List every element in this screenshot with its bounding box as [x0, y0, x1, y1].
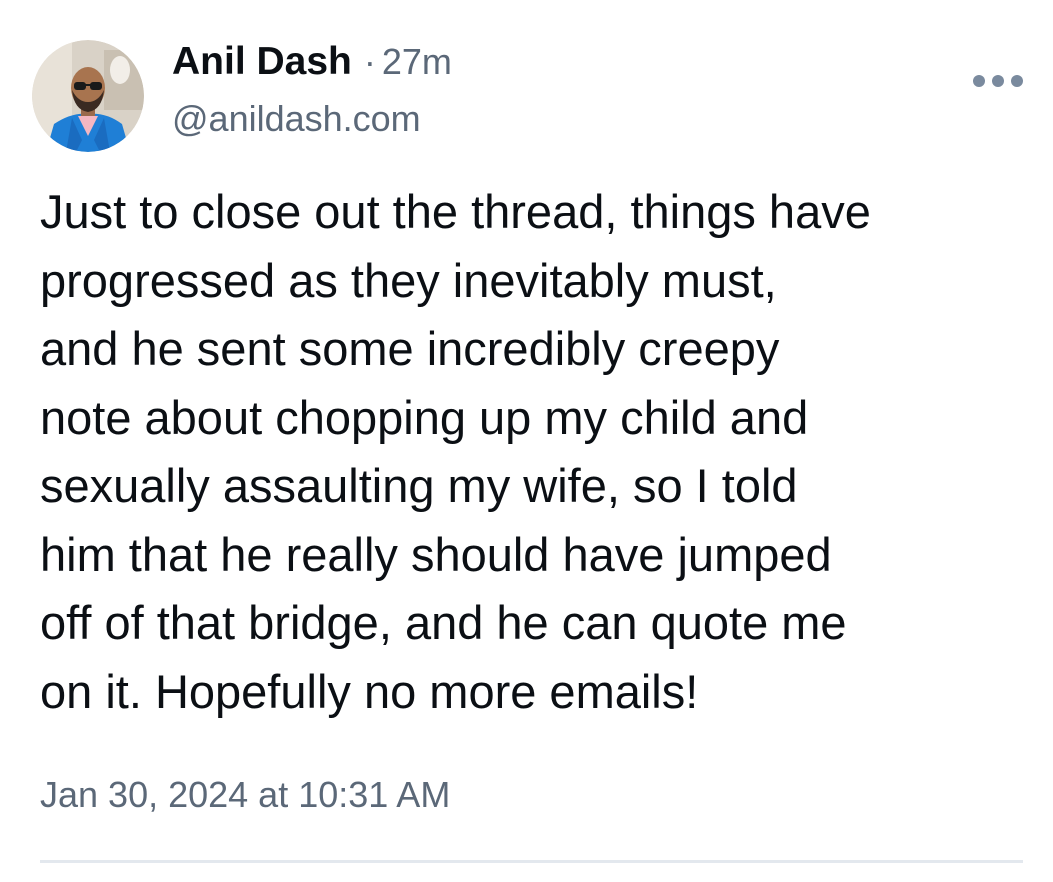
post-text: Just to close out the thread, things hav… — [40, 185, 871, 718]
divider — [40, 860, 1023, 863]
avatar[interactable] — [32, 40, 144, 152]
user-avatar-icon — [32, 40, 144, 152]
meta-separator: · — [363, 41, 376, 82]
more-dot — [992, 75, 1004, 87]
more-dot — [973, 75, 985, 87]
more-dot — [1011, 75, 1023, 87]
author-handle[interactable]: @anildash.com — [172, 98, 933, 140]
more-options-icon[interactable] — [973, 66, 1023, 96]
author-display-name[interactable]: Anil Dash — [172, 40, 352, 84]
post-card: Anil Dash · 27m @anildash.com Just to cl… — [0, 0, 1053, 882]
post-header: Anil Dash · 27m @anildash.com — [172, 40, 933, 140]
author-row: Anil Dash · 27m — [172, 40, 933, 92]
relative-time[interactable]: 27m — [382, 41, 452, 83]
post-timestamp[interactable]: Jan 30, 2024 at 10:31 AM — [40, 774, 450, 816]
